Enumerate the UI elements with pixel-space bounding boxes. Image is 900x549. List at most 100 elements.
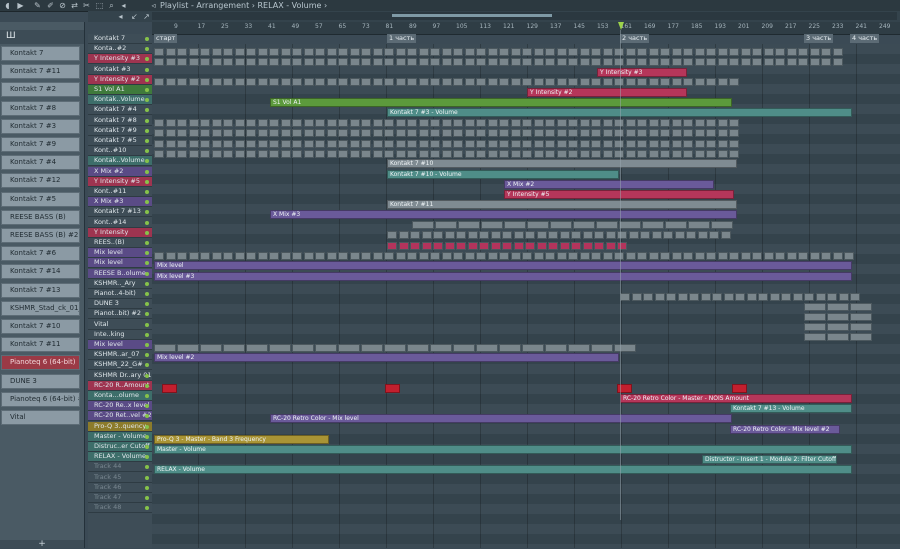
pattern-clip[interactable] [637,78,647,87]
pattern-clip[interactable] [513,241,524,250]
arrangement-marker[interactable]: 3 часть [804,34,834,43]
track-header[interactable]: Kontakt 7 #13 [88,207,152,218]
pattern-clip[interactable] [671,47,682,56]
pattern-clip[interactable] [418,78,429,87]
pattern-clip[interactable] [257,139,268,148]
pattern-clip[interactable] [614,119,624,128]
pattern-clip[interactable] [476,139,486,148]
zoom-out-icon[interactable]: ↙ [130,12,139,21]
pattern-clip[interactable] [292,251,302,260]
pattern-clip[interactable] [838,292,849,301]
pattern-clip[interactable] [154,57,164,66]
pattern-clip[interactable] [372,57,383,66]
pattern-clip[interactable] [697,231,708,240]
pattern-clip[interactable] [729,149,739,158]
pattern-clip[interactable] [269,119,279,128]
pattern-clip[interactable] [395,251,406,260]
pattern-clip[interactable] [591,47,601,56]
pattern-clip[interactable] [407,129,417,138]
pattern-clip[interactable] [522,57,532,66]
track-mute-led[interactable] [145,312,149,317]
pattern-clip[interactable] [614,47,624,56]
automation-clip[interactable]: RC-20 Retro Color - Mix level [270,414,732,424]
pattern-clip[interactable] [476,129,486,138]
pattern-clip[interactable] [349,47,360,56]
pattern-clip[interactable] [430,343,452,352]
pattern-clip[interactable] [292,119,302,128]
pattern-clip[interactable] [660,47,670,56]
channel-button[interactable]: Kontakt 7 #8 [1,100,80,116]
pattern-clip[interactable] [556,149,567,158]
automation-clip[interactable]: X Mix #3 [270,210,737,220]
pattern-clip[interactable] [723,292,734,301]
pattern-clip[interactable] [579,129,590,138]
pattern-clip[interactable] [430,251,440,260]
pattern-clip[interactable] [349,149,360,158]
pattern-clip[interactable] [625,119,636,128]
pattern-clip[interactable] [479,241,489,250]
track-header[interactable]: Track 46 [88,483,152,493]
pattern-clip[interactable] [476,47,486,56]
pattern-clip[interactable] [338,343,360,352]
pattern-clip[interactable] [433,241,443,250]
add-channel-button[interactable]: + [0,540,84,549]
pattern-clip[interactable] [384,251,394,260]
automation-clip[interactable]: Y Intensity #5 [504,190,734,199]
pattern-clip[interactable] [412,221,434,230]
pattern-clip[interactable] [177,139,187,148]
pattern-clip[interactable] [832,47,843,56]
pattern-clip[interactable] [545,343,567,352]
track-header[interactable]: Pianot..4-bit) [88,289,152,299]
pattern-clip[interactable] [384,47,394,56]
pattern-clip[interactable] [821,57,831,66]
automation-clip[interactable]: X Mix #2 [504,179,714,189]
pattern-clip[interactable] [453,149,463,158]
track-header[interactable]: KSHMR.._Ary [88,279,152,289]
pattern-clip[interactable] [372,78,383,87]
pattern-clip[interactable] [165,119,176,128]
pattern-clip[interactable] [637,251,647,260]
pattern-clip[interactable] [527,221,549,230]
pattern-clip[interactable] [706,251,716,260]
pattern-clip[interactable] [591,139,601,148]
pattern-clip[interactable] [689,292,699,301]
pattern-clip[interactable] [430,57,440,66]
pattern-clip[interactable] [200,139,210,148]
pattern-clip[interactable] [850,333,872,342]
pattern-clip[interactable] [499,251,509,260]
pattern-clip[interactable] [269,57,279,66]
track-header[interactable]: Track 45 [88,473,152,483]
pattern-clip[interactable] [453,129,463,138]
pattern-clip[interactable] [372,47,383,56]
track-mute-led[interactable] [145,475,149,480]
pattern-clip[interactable] [602,78,613,87]
pattern-clip[interactable] [177,149,187,158]
pattern-clip[interactable] [591,129,601,138]
pattern-clip[interactable] [280,129,291,138]
pattern-clip[interactable] [177,78,187,87]
pattern-clip[interactable] [648,149,659,158]
pattern-clip[interactable] [234,139,245,148]
pattern-clip[interactable] [502,241,512,250]
pattern-clip[interactable] [804,302,826,311]
pattern-clip[interactable] [651,231,662,240]
track-mute-led[interactable] [145,455,149,460]
pattern-clip[interactable] [234,78,245,87]
track-header[interactable]: Distruc..er Cutoff [88,442,152,452]
pattern-clip[interactable] [487,78,498,87]
pattern-clip[interactable] [637,149,647,158]
pattern-clip[interactable] [269,129,279,138]
pattern-clip[interactable] [706,78,716,87]
pattern-clip[interactable] [683,119,693,128]
track-mute-led[interactable] [145,424,149,429]
pattern-clip[interactable] [269,251,279,260]
pattern-clip[interactable] [487,129,498,138]
pattern-clip[interactable] [637,129,647,138]
pattern-clip[interactable] [660,251,670,260]
pattern-clip[interactable] [361,139,371,148]
pattern-clip[interactable] [640,231,650,240]
track-header[interactable]: Kontak..Volume [88,95,152,106]
track-header[interactable]: Vital [88,320,152,330]
pattern-clip[interactable] [211,251,222,260]
pattern-clip[interactable] [476,57,486,66]
